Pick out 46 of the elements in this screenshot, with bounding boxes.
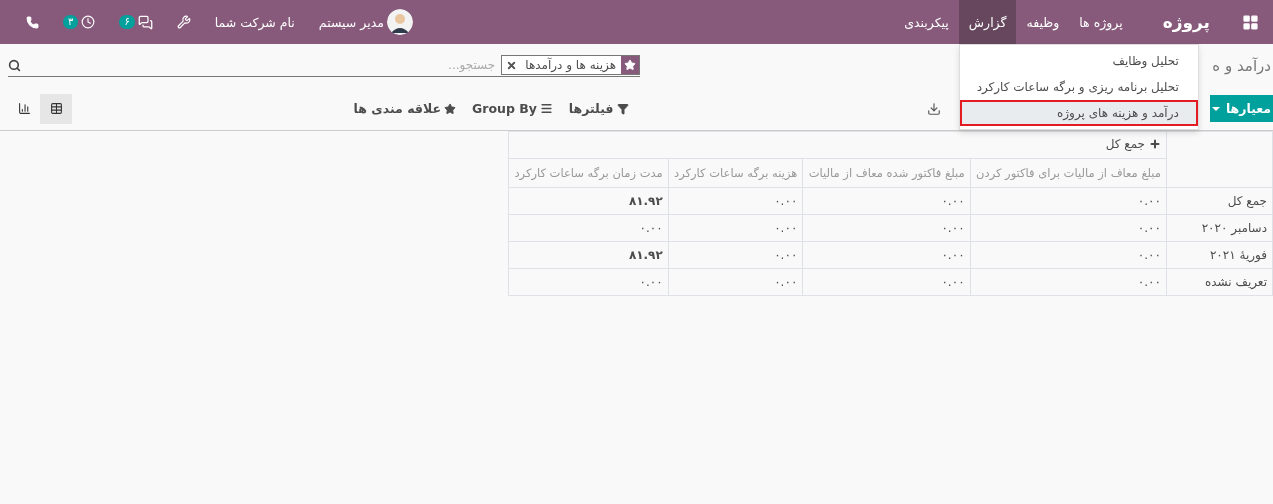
chat-icon xyxy=(137,14,153,30)
table-cell: ۰.۰۰ xyxy=(668,241,803,269)
table-cell: ۰.۰۰ xyxy=(668,268,803,296)
table-cell: ۰.۰۰ xyxy=(970,241,1167,269)
table-cell: ۰.۰۰ xyxy=(508,214,669,242)
table-cell: ۰.۰۰ xyxy=(668,214,803,242)
table-cell: ۰.۰۰ xyxy=(802,241,971,269)
star-icon xyxy=(443,102,456,115)
table-cell: ۰.۰۰ xyxy=(970,268,1167,296)
menu-item[interactable]: پروژه ها xyxy=(1069,0,1133,44)
search-field[interactable]: جستجو... xyxy=(21,58,502,72)
table-cell: ۰.۰۰ xyxy=(802,187,971,215)
favorites-button[interactable]: علاقه مندی ها xyxy=(345,101,464,116)
group-by-button[interactable]: Group By xyxy=(463,101,561,116)
avatar-icon xyxy=(386,9,413,35)
row-header[interactable]: جمع کل xyxy=(1166,187,1273,215)
table-cell: ۰.۰۰ xyxy=(802,268,971,296)
table-cell: ۰.۰۰ xyxy=(802,214,971,242)
row-header[interactable]: فوریهٔ ۲۰۲۱ xyxy=(1166,241,1273,269)
app-brand: پروژه xyxy=(1162,12,1210,32)
dropdown-item[interactable]: تحلیل برنامه ریزی و برگه ساعات کارکرد xyxy=(959,74,1198,100)
filter-icon xyxy=(616,102,629,115)
pivot-view-icon[interactable] xyxy=(40,93,72,124)
row-header[interactable]: دسامبر ۲۰۲۰ xyxy=(1166,214,1273,242)
table-cell: ۸۱.۹۲ xyxy=(508,241,669,269)
table-cell: ۰.۰۰ xyxy=(970,187,1167,215)
facet-label: هزینه ها و درآمدها xyxy=(524,58,617,72)
table-cell: ۰.۰۰ xyxy=(970,214,1167,242)
table-cell: ۸۱.۹۲ xyxy=(508,187,669,215)
table-cell: ۰.۰۰ xyxy=(668,187,803,215)
company-switcher[interactable]: نام شرکت شما xyxy=(202,14,307,30)
menu-item[interactable]: وظیفه xyxy=(1016,0,1070,44)
dropdown-item[interactable]: تحلیل وظایف xyxy=(959,48,1198,74)
table-cell: ۰.۰۰ xyxy=(508,268,669,296)
search-icon[interactable] xyxy=(8,58,21,72)
plus-icon xyxy=(1149,138,1161,150)
breadcrumb: درآمد و ه xyxy=(1212,56,1272,75)
filters-button[interactable]: فیلترها xyxy=(560,101,637,116)
menu-item[interactable]: پیکربندی xyxy=(894,0,959,44)
row-header[interactable]: تعریف نشده xyxy=(1166,268,1273,296)
column-group-header[interactable]: جمع کل xyxy=(508,131,1167,159)
menu-item[interactable]: گزارش xyxy=(958,0,1017,44)
dropdown-item[interactable]: درآمد و هزینه های پروژه xyxy=(959,100,1198,126)
menu-icon xyxy=(539,102,553,115)
clock-icon xyxy=(81,15,96,29)
user-menu[interactable]: مدیر سیستم xyxy=(306,9,425,35)
